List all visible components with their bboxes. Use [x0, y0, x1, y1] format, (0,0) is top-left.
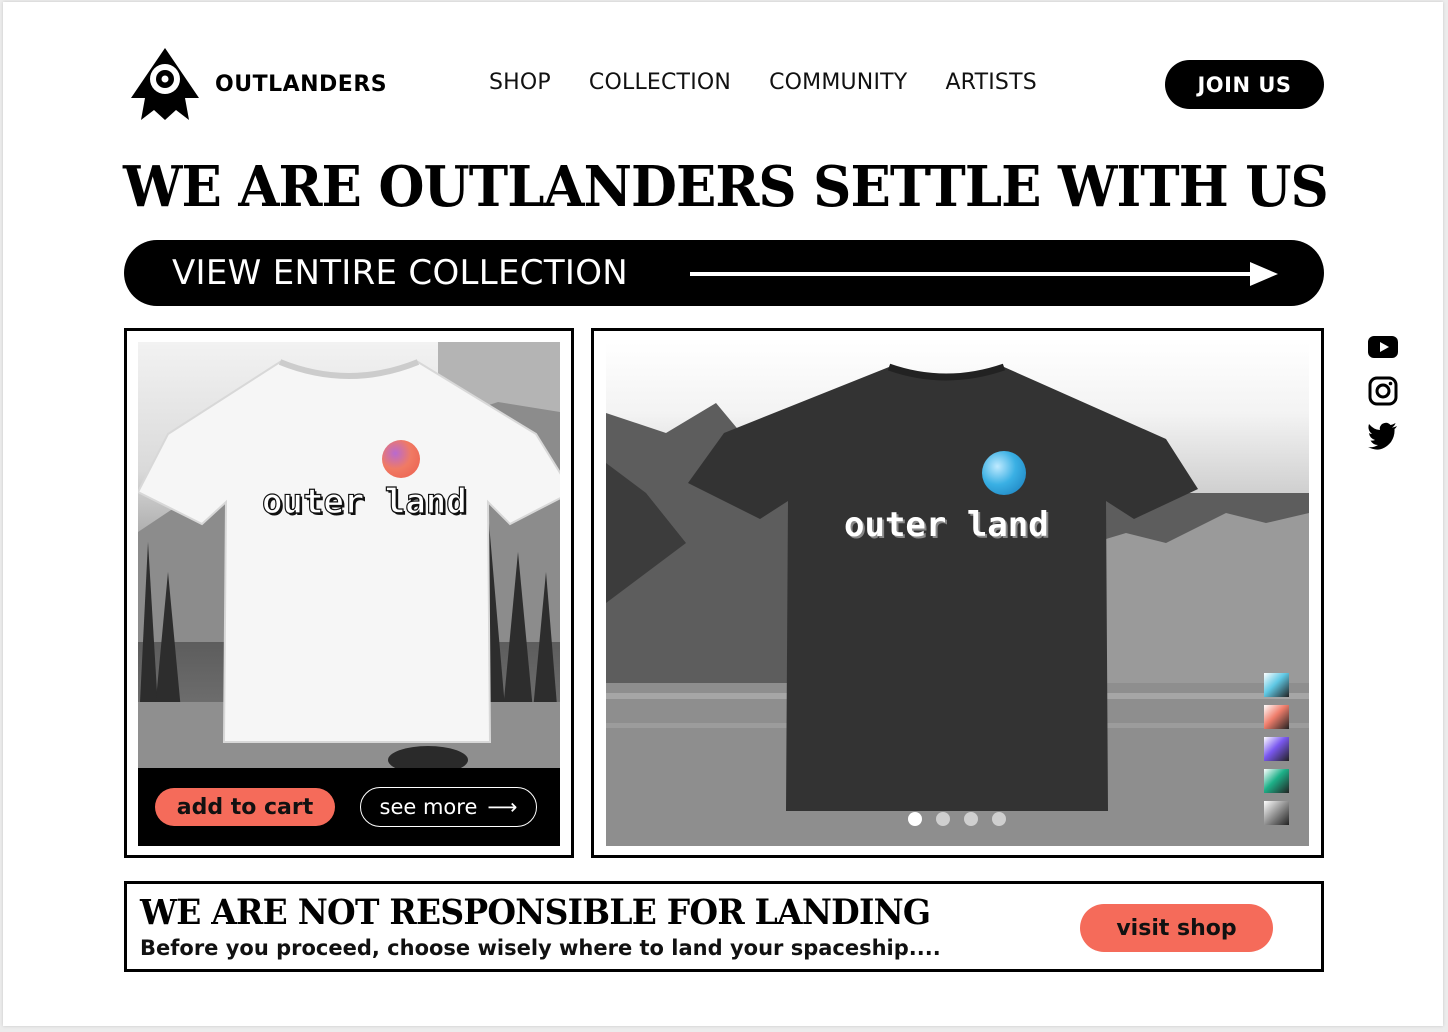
color-swatch-list [1264, 673, 1289, 825]
swatch-green-marble[interactable] [1264, 769, 1289, 793]
swatch-grey-marble[interactable] [1264, 801, 1289, 825]
landing-notice-banner: WE ARE NOT RESPONSIBLE FOR LANDING Befor… [124, 881, 1324, 972]
arrow-right-icon: ⟶ [487, 795, 518, 819]
long-arrow-right-icon [690, 262, 1278, 286]
tee-print-text: outer land [261, 481, 467, 522]
banner-title: WE ARE NOT RESPONSIBLE FOR LANDING [140, 892, 931, 933]
nav-item-shop[interactable]: SHOP [489, 70, 551, 95]
carousel-dot[interactable] [936, 812, 950, 826]
social-links [1367, 332, 1399, 450]
product-card-black-tee: outer land [591, 328, 1324, 858]
banner-subtitle: Before you proceed, choose wisely where … [140, 936, 941, 960]
nav-item-collection[interactable]: COLLECTION [589, 70, 731, 95]
brand-logo[interactable]: OUTLANDERS [129, 46, 387, 122]
white-tshirt-icon [138, 359, 560, 743]
carousel-dots [908, 812, 1006, 826]
view-collection-label: VIEW ENTIRE COLLECTION [172, 253, 629, 293]
tee-print-text: outer land [844, 505, 1049, 545]
tee-emblem-cyan-marble [982, 451, 1026, 495]
landing-page: OUTLANDERS SHOP COLLECTION COMMUNITY ART… [3, 2, 1443, 1026]
product-actions: add to cart see more ⟶ [138, 768, 560, 846]
hero-title: WE ARE OUTLANDERS SETTLE WITH US [123, 154, 1329, 220]
visit-shop-button[interactable]: visit shop [1080, 904, 1273, 952]
tee-emblem-coral-marble [382, 440, 420, 478]
black-tee-photo[interactable]: outer land [606, 343, 1309, 846]
view-collection-button[interactable]: VIEW ENTIRE COLLECTION [124, 240, 1324, 306]
brand-name: OUTLANDERS [215, 71, 388, 97]
product-card-white-tee: outer land add to cart see more ⟶ [124, 328, 574, 858]
twitter-icon[interactable] [1367, 420, 1399, 450]
add-to-cart-button[interactable]: add to cart [155, 788, 335, 826]
see-more-label: see more [379, 795, 478, 819]
main-nav: SHOP COLLECTION COMMUNITY ARTISTS [489, 70, 1037, 95]
youtube-icon[interactable] [1367, 332, 1399, 362]
join-us-button[interactable]: JOIN US [1165, 60, 1324, 109]
black-tshirt-icon [688, 363, 1198, 811]
see-more-button[interactable]: see more ⟶ [360, 787, 537, 827]
carousel-dot[interactable] [992, 812, 1006, 826]
carousel-dot[interactable] [908, 812, 922, 826]
swatch-violet-marble[interactable] [1264, 737, 1289, 761]
nav-item-community[interactable]: COMMUNITY [769, 70, 907, 95]
swatch-coral-marble[interactable] [1264, 705, 1289, 729]
white-tee-photo[interactable]: outer land [138, 342, 560, 768]
nav-item-artists[interactable]: ARTISTS [945, 70, 1036, 95]
swatch-cyan-marble[interactable] [1264, 673, 1289, 697]
alien-rocket-icon [131, 48, 199, 120]
carousel-dot[interactable] [964, 812, 978, 826]
instagram-icon[interactable] [1367, 376, 1399, 406]
